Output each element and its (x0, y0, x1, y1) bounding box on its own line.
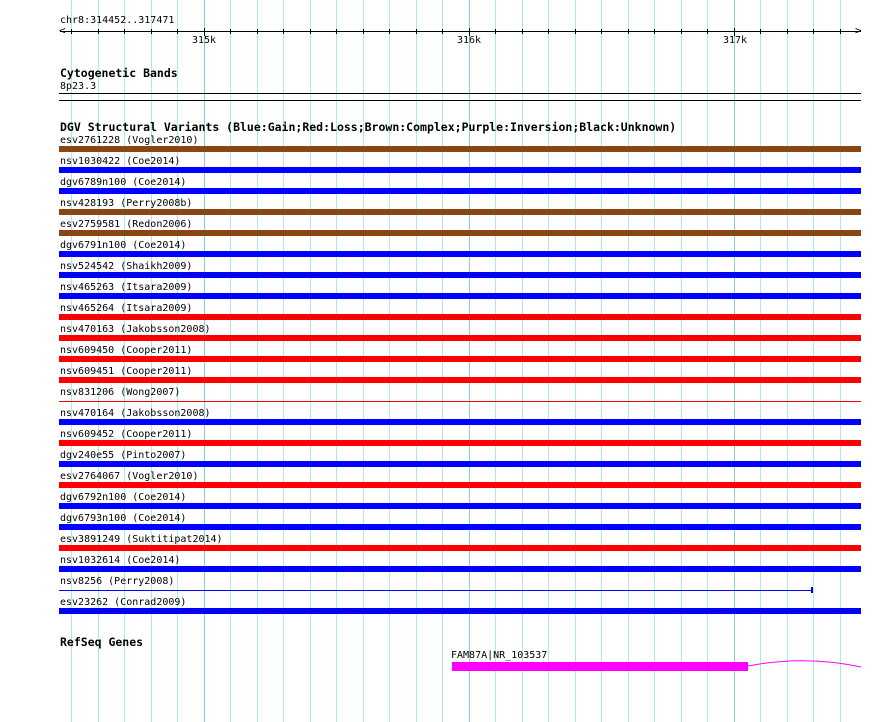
gene-intron (747, 660, 862, 668)
genome-browser: chr8:314452..317471 < > 315k 316k 317k C… (0, 0, 890, 722)
intron-line (747, 660, 862, 668)
